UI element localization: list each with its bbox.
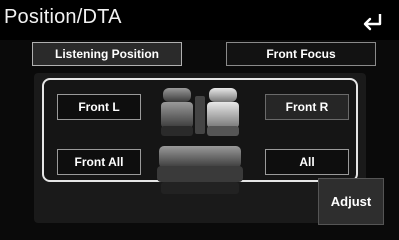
adjust-button[interactable]: Adjust	[318, 178, 384, 225]
front-r-button[interactable]: Front R	[265, 94, 349, 120]
page-title: Position/DTA	[4, 6, 122, 28]
front-l-button[interactable]: Front L	[57, 94, 141, 120]
title-bar: Position/DTA	[0, 0, 399, 40]
tab-front-focus[interactable]: Front Focus	[226, 42, 376, 66]
front-all-button[interactable]: Front All	[57, 149, 141, 175]
car-seats-icon	[157, 88, 243, 194]
all-button[interactable]: All	[265, 149, 349, 175]
back-arrow-icon	[363, 14, 382, 31]
position-dta-screen: Position/DTA Listening Position Front Fo…	[0, 0, 399, 240]
tab-listening-position[interactable]: Listening Position	[32, 42, 182, 66]
back-button[interactable]	[360, 10, 388, 34]
